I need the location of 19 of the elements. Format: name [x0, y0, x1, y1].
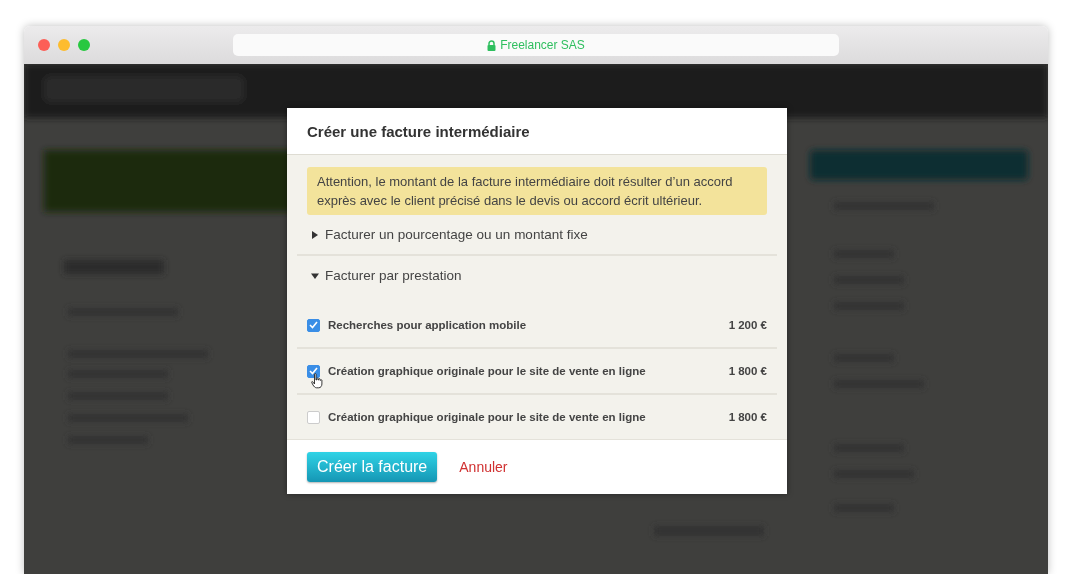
section-toggle[interactable]: Facturer un pourcentage ou un montant fixe [297, 215, 602, 254]
warning-message: Attention, le montant de la facture intermédiaire doit résulter d’un accord exprès avec le client précisé dans le devis ou accord écrit ultérieur. [307, 167, 767, 215]
caret-right-icon [311, 230, 319, 239]
service-amount: 1 800 € [728, 411, 767, 423]
dialog-title: Créer une facture intermédiaire [307, 122, 530, 140]
service-amount: 1 200 € [728, 319, 767, 331]
service-amount: 1 800 € [728, 365, 767, 377]
caret-down-icon [311, 271, 319, 280]
checkbox[interactable] [307, 318, 320, 332]
cancel-link[interactable]: Annuler [459, 459, 508, 475]
section-toggle[interactable]: Facturer par prestation [297, 256, 476, 295]
checkbox[interactable] [307, 364, 320, 378]
close-button[interactable] [38, 39, 50, 51]
service-label: Création graphique originale pour le site de vente en ligne [328, 411, 647, 423]
service-label: Recherches pour application mobile [328, 319, 528, 331]
service-label: Création graphique originale pour le site de vente en ligne [328, 365, 647, 377]
minimize-button[interactable] [58, 39, 70, 51]
zoom-button[interactable] [78, 39, 90, 51]
checkbox[interactable] [307, 410, 320, 424]
